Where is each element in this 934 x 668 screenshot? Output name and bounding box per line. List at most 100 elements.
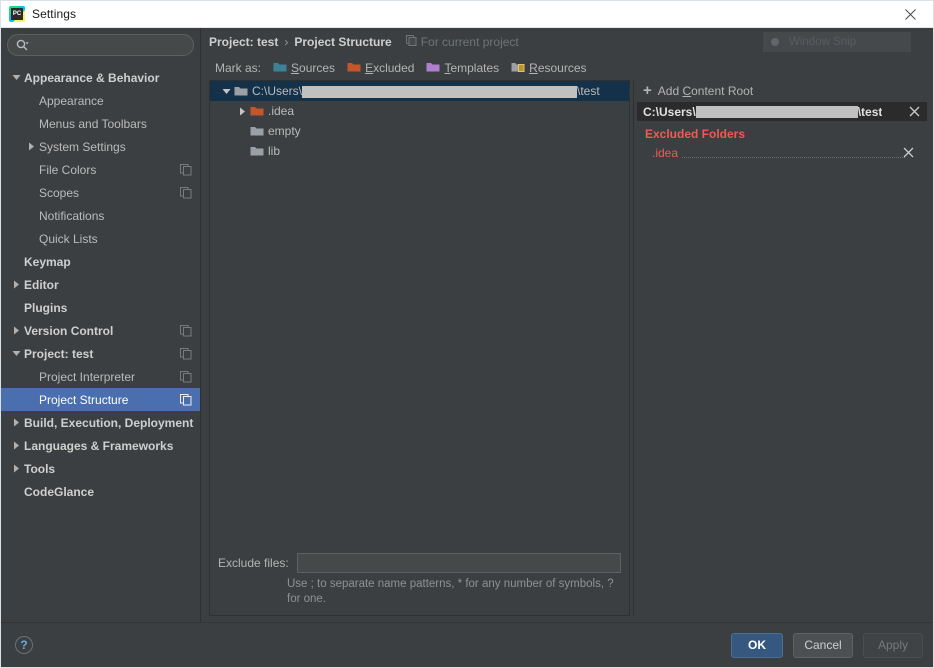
file-tree-row[interactable]: empty — [210, 121, 629, 141]
mark-as-sources-button[interactable]: Sources — [273, 61, 335, 76]
help-icon[interactable]: ? — [15, 636, 33, 654]
sidebar-item-appearance[interactable]: Appearance — [1, 89, 200, 112]
sidebar-item-system-settings[interactable]: System Settings — [1, 135, 200, 158]
chevron-right-icon[interactable] — [9, 464, 24, 473]
exclude-files-input[interactable] — [296, 553, 621, 573]
file-tree-row[interactable]: C:\Users\ \test — [210, 81, 629, 101]
remove-content-root-icon[interactable] — [909, 106, 921, 118]
sidebar-item-project-structure[interactable]: Project Structure — [1, 388, 200, 411]
sidebar-item-version-control[interactable]: Version Control — [1, 319, 200, 342]
file-tree-row[interactable]: lib — [210, 141, 629, 161]
chevron-down-icon[interactable] — [9, 73, 24, 82]
sidebar-item-notifications[interactable]: Notifications — [1, 204, 200, 227]
pane-splitter[interactable] — [633, 80, 634, 616]
folder-icon — [234, 85, 252, 97]
excluded-folder-row[interactable]: .idea — [637, 144, 921, 161]
sidebar-item-codeglance[interactable]: CodeGlance — [1, 480, 200, 503]
excluded-folders-list: .idea — [637, 144, 927, 161]
window-snip-overlay: Window Snip — [763, 32, 911, 52]
sidebar-item-label: System Settings — [39, 139, 126, 154]
chevron-right-icon[interactable] — [9, 441, 24, 450]
sidebar-item-scopes[interactable]: Scopes — [1, 181, 200, 204]
settings-sidebar: Appearance & Behavior Appearance Menus and… — [1, 28, 201, 622]
copy-icon — [180, 324, 192, 337]
sidebar-item-label: Project Structure — [39, 392, 129, 407]
mark-as-excluded-button[interactable]: Excluded — [347, 61, 414, 76]
search-wrapper — [1, 34, 200, 64]
exclude-files-row: Exclude files: — [210, 547, 629, 575]
dialog-body: Appearance & Behavior Appearance Menus and… — [1, 28, 933, 622]
excluded-folders-title: Excluded Folders — [645, 127, 746, 141]
mark-as-label-resources: Resources — [529, 61, 587, 75]
sidebar-item-label: Appearance — [39, 93, 104, 108]
chevron-right-icon[interactable] — [9, 418, 24, 427]
sidebar-item-keymap[interactable]: Keymap — [1, 250, 200, 273]
exclude-files-label: Exclude files: — [218, 556, 289, 570]
search-input[interactable] — [33, 38, 185, 52]
mark-as-label-excluded: Excluded — [365, 61, 415, 75]
mark-as-label-templates: Templates — [444, 61, 500, 75]
path-prefix: C:\Users\ — [643, 104, 696, 119]
sidebar-item-tools[interactable]: Tools — [1, 457, 200, 480]
breadcrumb-parent[interactable]: Project: test — [209, 35, 278, 49]
pycharm-icon — [9, 6, 25, 22]
mark-as-templates-button[interactable]: Templates — [426, 61, 499, 76]
sidebar-item-label: Menus and Toolbars — [39, 116, 147, 131]
add-content-root-button[interactable]: + Add Content Root — [637, 80, 927, 102]
scope-indicator: For current project — [405, 35, 519, 49]
cancel-button[interactable]: Cancel — [793, 632, 853, 658]
sidebar-item-quick-lists[interactable]: Quick Lists — [1, 227, 200, 250]
chevron-down-icon[interactable] — [218, 87, 234, 96]
chevron-right-icon[interactable] — [9, 326, 24, 335]
search-icon — [16, 39, 29, 52]
chevron-right-icon[interactable] — [234, 107, 250, 116]
file-tree-label: lib — [268, 144, 281, 158]
sidebar-item-languages-frameworks[interactable]: Languages & Frameworks — [1, 434, 200, 457]
sidebar-item-label: Plugins — [24, 300, 68, 315]
copy-icon — [180, 393, 192, 406]
folder-resource-icon — [511, 61, 525, 76]
file-tree-row[interactable]: .idea — [210, 101, 629, 121]
apply-button[interactable]: Apply — [863, 632, 923, 658]
panes-container: C:\Users\ \test .idea empty lib Exclude file… — [201, 80, 927, 622]
path-suffix: \test — [577, 84, 600, 98]
sidebar-item-label: Notifications — [39, 208, 105, 223]
main-panel: Project: test › Project Structure For cu… — [201, 28, 933, 622]
sidebar-item-editor[interactable]: Editor — [1, 273, 200, 296]
sidebar-item-build-execution-deployment[interactable]: Build, Execution, Deployment — [1, 411, 200, 434]
close-icon[interactable] — [887, 1, 933, 27]
sidebar-item-label: Scopes — [39, 185, 80, 200]
copy-icon — [180, 163, 192, 176]
settings-dialog: Settings — [0, 0, 934, 668]
folder-icon — [250, 125, 268, 137]
sidebar-item-appearance-behavior[interactable]: Appearance & Behavior — [1, 66, 200, 89]
mark-as-toolbar: Mark as: Sources Excluded Templates Resource… — [201, 56, 927, 80]
remove-excluded-folder-icon[interactable] — [903, 147, 915, 159]
search-box[interactable] — [7, 34, 194, 56]
copy-icon — [405, 35, 417, 49]
add-content-root-label: Add Content Root — [657, 84, 754, 98]
mark-as-resources-button[interactable]: Resources — [511, 61, 587, 76]
chevron-down-icon[interactable] — [9, 349, 24, 358]
sidebar-item-plugins[interactable]: Plugins — [1, 296, 200, 319]
sidebar-item-menus-and-toolbars[interactable]: Menus and Toolbars — [1, 112, 200, 135]
dialog-footer: ? OK Cancel Apply — [1, 622, 933, 667]
sidebar-item-project-test[interactable]: Project: test — [1, 342, 200, 365]
redacted-path-segment — [695, 105, 858, 118]
chevron-right-icon[interactable] — [9, 280, 24, 289]
sidebar-item-label: Project Interpreter — [39, 369, 136, 384]
breadcrumb-separator: › — [284, 35, 289, 49]
dotted-leader — [652, 157, 905, 158]
sidebar-item-project-interpreter[interactable]: Project Interpreter — [1, 365, 200, 388]
file-tree-label: empty — [268, 124, 301, 138]
exclude-files-hint: Use ; to separate name patterns, * for a… — [287, 578, 614, 605]
ok-button[interactable]: OK — [731, 632, 783, 658]
copy-icon — [180, 347, 192, 360]
sidebar-item-file-colors[interactable]: File Colors — [1, 158, 200, 181]
breadcrumb-current: Project Structure — [294, 35, 392, 49]
content-root-row[interactable]: C:\Users\ \test — [637, 102, 927, 121]
sidebar-item-label: Appearance & Behavior — [24, 70, 160, 85]
file-tree: C:\Users\ \test .idea empty lib — [210, 81, 629, 547]
chevron-right-icon[interactable] — [24, 142, 39, 151]
content-root-path: C:\Users\ \test — [643, 105, 882, 119]
